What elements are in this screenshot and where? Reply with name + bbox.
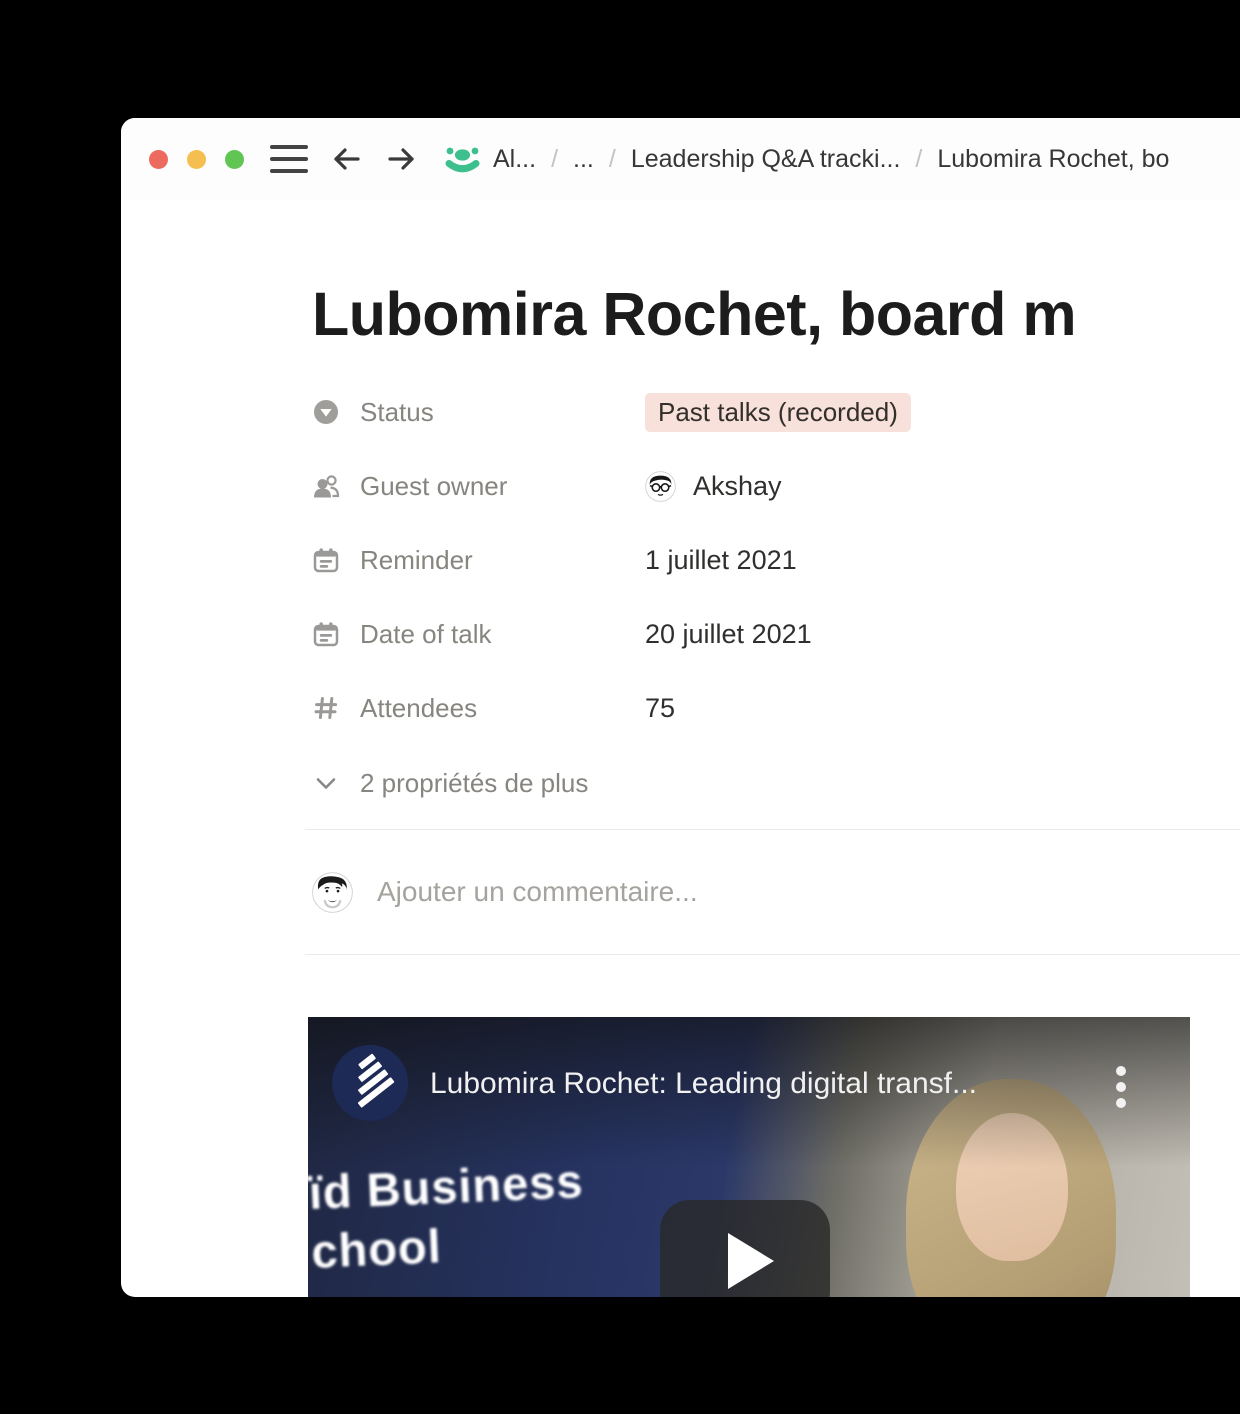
property-label-date-of-talk[interactable]: Date of talk [312, 619, 645, 650]
property-row-attendees: Attendees 75 [312, 671, 1240, 745]
workspace-logo-icon [444, 144, 481, 174]
chevron-down-icon [312, 769, 340, 797]
property-value-reminder[interactable]: 1 juillet 2021 [645, 545, 797, 576]
property-name: Attendees [360, 692, 478, 723]
page-title[interactable]: Lubomira Rochet, board m [312, 278, 1240, 350]
property-value-date-of-talk[interactable]: 20 juillet 2021 [645, 619, 812, 650]
select-icon [312, 398, 340, 426]
comment-input-placeholder[interactable]: Ajouter un commentaire... [377, 876, 698, 908]
video-play-button[interactable] [660, 1200, 830, 1297]
property-value-status[interactable]: Past talks (recorded) [645, 392, 911, 432]
sidebar-menu-icon[interactable] [270, 145, 308, 173]
comment-composer[interactable]: Ajouter un commentaire... [312, 830, 1240, 954]
more-properties-label: 2 propriétés de plus [360, 767, 589, 798]
property-row-status: Status Past talks (recorded) [312, 375, 1240, 449]
property-row-guest-owner: Guest owner Akshay [312, 449, 1240, 523]
person-name: Akshay [693, 470, 782, 501]
property-label-guest-owner[interactable]: Guest owner [312, 471, 645, 502]
breadcrumb-item-current-page[interactable]: Lubomira Rochet, bo [937, 145, 1169, 174]
number-value: 75 [645, 692, 676, 723]
property-label-reminder[interactable]: Reminder [312, 545, 645, 576]
hash-icon [312, 694, 340, 722]
back-arrow-icon[interactable] [328, 141, 364, 177]
app-window: Al... / ... / Leadership Q&A tracki... /… [121, 118, 1240, 1297]
date-value: 1 juillet 2021 [645, 544, 797, 575]
current-user-avatar [312, 871, 353, 913]
backdrop-banner-text: ïd Business chool [308, 1154, 585, 1278]
properties-list: Status Past talks (recorded) Guest owner… [312, 375, 1240, 821]
property-name: Status [360, 396, 434, 427]
breadcrumb-item-workspace[interactable]: Al... [493, 145, 536, 174]
youtube-video-embed[interactable]: ïd Business chool Lubomira Rochet: Leadin… [308, 1017, 1190, 1297]
date-value: 20 juillet 2021 [645, 618, 812, 649]
breadcrumb-item-ellipsis[interactable]: ... [573, 145, 594, 174]
property-value-guest-owner[interactable]: Akshay [645, 471, 782, 502]
property-value-attendees[interactable]: 75 [645, 693, 675, 724]
property-name: Date of talk [360, 618, 492, 649]
people-icon [312, 472, 340, 500]
said-business-school-logo-icon [332, 1045, 408, 1121]
video-more-options-icon[interactable] [1116, 1066, 1126, 1108]
play-triangle-icon [728, 1233, 774, 1289]
property-label-attendees[interactable]: Attendees [312, 693, 645, 724]
traffic-lights [149, 149, 244, 169]
breadcrumb-item-database[interactable]: Leadership Q&A tracki... [631, 145, 901, 174]
minimize-window-button[interactable] [187, 149, 206, 169]
forward-arrow-icon[interactable] [384, 141, 420, 177]
property-name: Reminder [360, 544, 473, 575]
breadcrumb: Al... / ... / Leadership Q&A tracki... /… [444, 144, 1169, 174]
property-row-date-of-talk: Date of talk 20 juillet 2021 [312, 597, 1240, 671]
section-divider [305, 954, 1240, 955]
akshay-avatar [645, 470, 676, 502]
screenshot-stage: Al... / ... / Leadership Q&A tracki... /… [0, 0, 1240, 1414]
breadcrumb-separator: / [608, 144, 616, 173]
breadcrumb-separator: / [551, 144, 559, 173]
video-title[interactable]: Lubomira Rochet: Leading digital transf.… [430, 1067, 977, 1101]
breadcrumb-separator: / [915, 144, 923, 173]
calendar-icon [312, 546, 340, 574]
close-window-button[interactable] [149, 149, 168, 169]
title-bar: Al... / ... / Leadership Q&A tracki... /… [121, 118, 1240, 200]
more-properties-toggle[interactable]: 2 propriétés de plus [312, 745, 1240, 821]
page-body: Lubomira Rochet, board m Status Past tal… [121, 278, 1240, 1297]
property-label-status[interactable]: Status [312, 397, 645, 428]
property-name: Guest owner [360, 470, 508, 501]
zoom-window-button[interactable] [225, 149, 244, 169]
status-tag[interactable]: Past talks (recorded) [645, 392, 911, 432]
property-row-reminder: Reminder 1 juillet 2021 [312, 523, 1240, 597]
calendar-icon [312, 620, 340, 648]
